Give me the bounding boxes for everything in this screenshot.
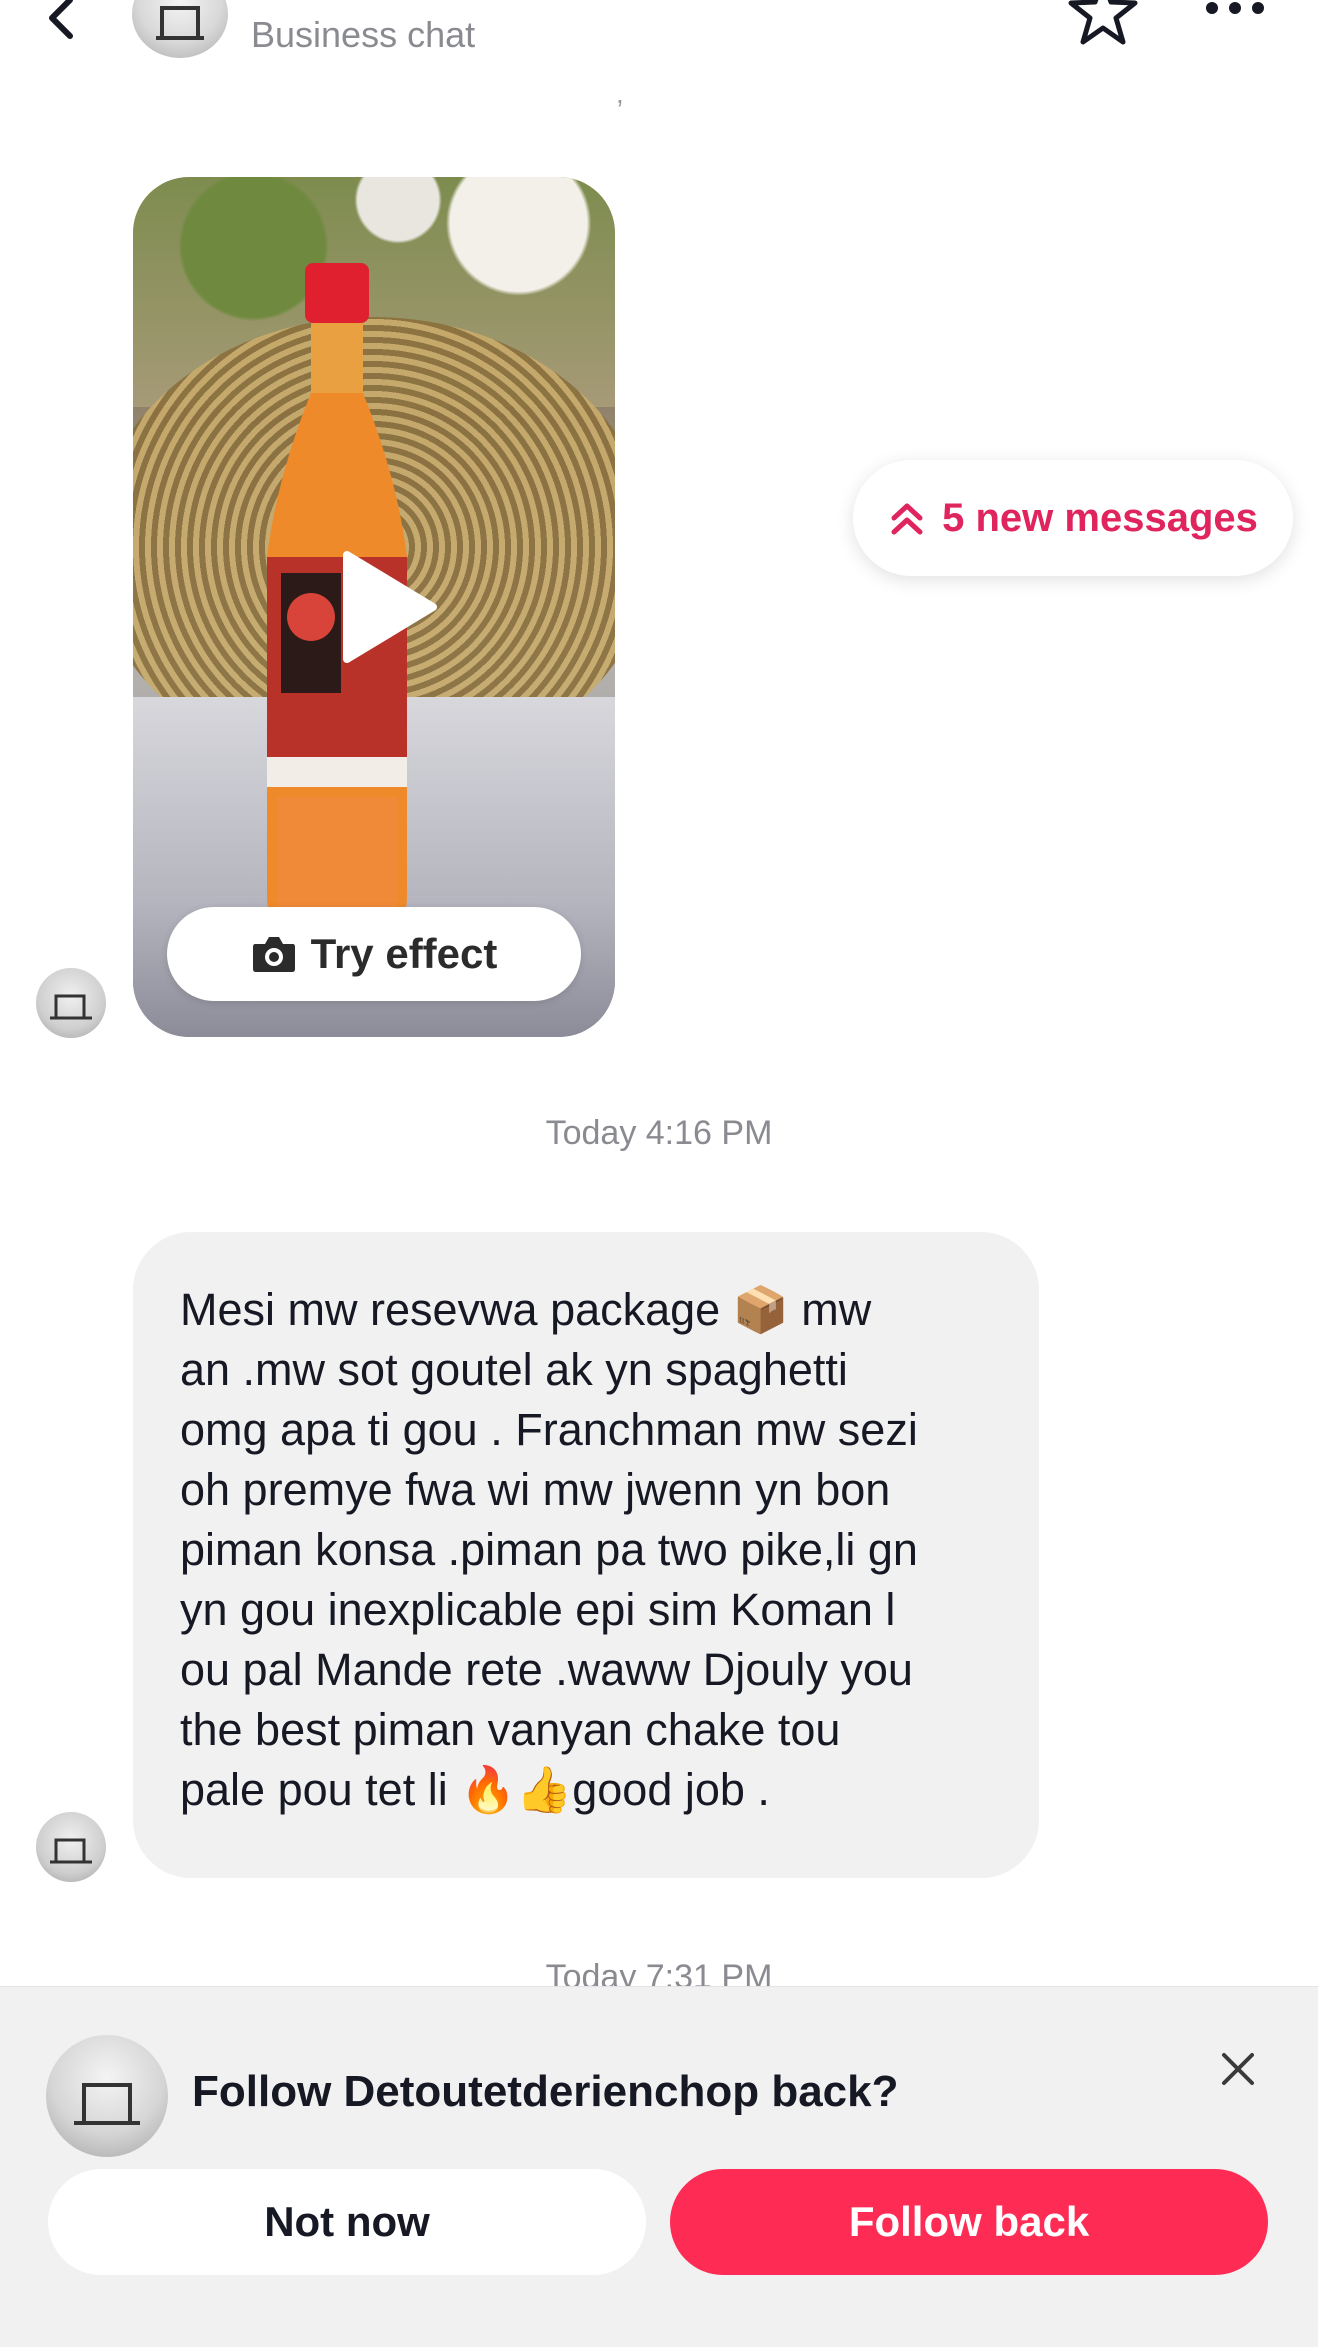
try-effect-button[interactable]: Try effect (167, 907, 581, 1001)
camera-icon (252, 937, 295, 972)
sender-avatar[interactable] (36, 1812, 106, 1882)
follow-question: Follow Detoutetderienchop back? (192, 2067, 899, 2116)
chat-header: Business chat (0, 0, 1318, 80)
chat-subtitle: Business chat (251, 14, 476, 55)
new-messages-label: 5 new messages (942, 495, 1258, 540)
chevron-left-icon[interactable] (38, 0, 88, 44)
avatar[interactable] (132, 0, 228, 58)
try-effect-label: Try effect (310, 930, 498, 977)
not-now-button[interactable]: Not now (48, 2169, 646, 2275)
play-icon[interactable] (333, 547, 443, 667)
avatar[interactable] (46, 2035, 168, 2157)
timestamp: Today 4:16 PM (545, 1114, 773, 1152)
more-dots-icon[interactable] (1204, 0, 1266, 20)
follow-back-prompt: Follow Detoutetderienchop back? Not now … (0, 1986, 1318, 2347)
sender-avatar[interactable] (36, 968, 106, 1038)
close-icon[interactable] (1218, 2049, 1258, 2089)
video-message[interactable]: Try effect (133, 177, 615, 1037)
star-icon[interactable] (1067, 0, 1139, 46)
new-messages-button[interactable]: 5 new messages (853, 460, 1293, 576)
double-chevron-up-icon (891, 503, 923, 535)
text-message[interactable]: Mesi mw resevwa package 📦 mw an .mw sot … (133, 1232, 1039, 1878)
message-text: Mesi mw resevwa package 📦 mw an .mw sot … (180, 1284, 918, 1815)
divider-mark: , (616, 78, 624, 109)
follow-back-button[interactable]: Follow back (670, 2169, 1268, 2275)
